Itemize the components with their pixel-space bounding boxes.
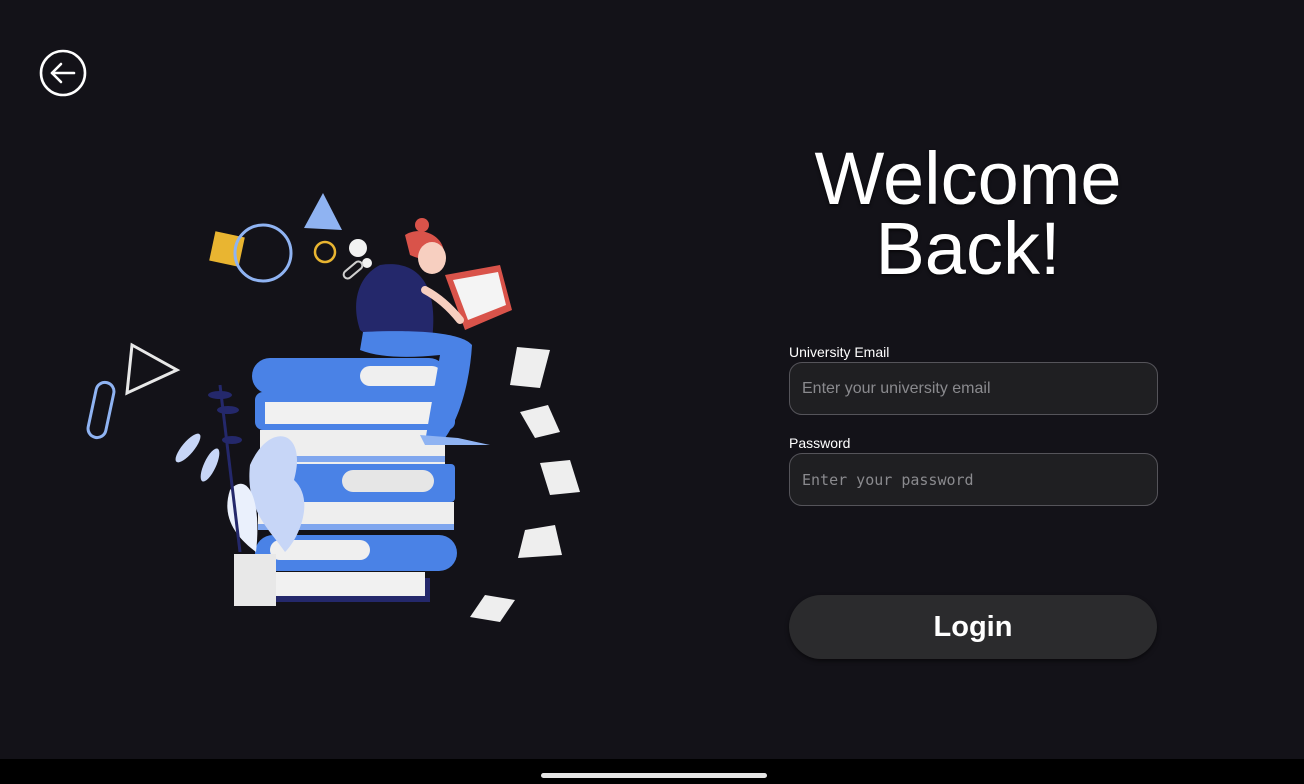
welcome-title: Welcome Back! <box>790 137 1146 290</box>
home-gesture-handle[interactable] <box>541 773 767 778</box>
password-label: Password <box>789 435 851 451</box>
login-button[interactable]: Login <box>789 595 1157 659</box>
arrow-left-circle-icon <box>39 49 87 97</box>
system-navigation-bar <box>0 759 1304 784</box>
flying-pages <box>470 347 580 622</box>
password-field[interactable] <box>789 453 1158 506</box>
welcome-title-line1: Welcome <box>814 137 1122 220</box>
reading-illustration <box>86 193 580 622</box>
login-screen: Welcome Back! University Email Password … <box>0 0 1304 759</box>
welcome-title-line2: Back! <box>875 207 1061 290</box>
email-label: University Email <box>789 344 890 360</box>
email-field[interactable] <box>789 362 1158 415</box>
back-button[interactable] <box>38 49 88 99</box>
